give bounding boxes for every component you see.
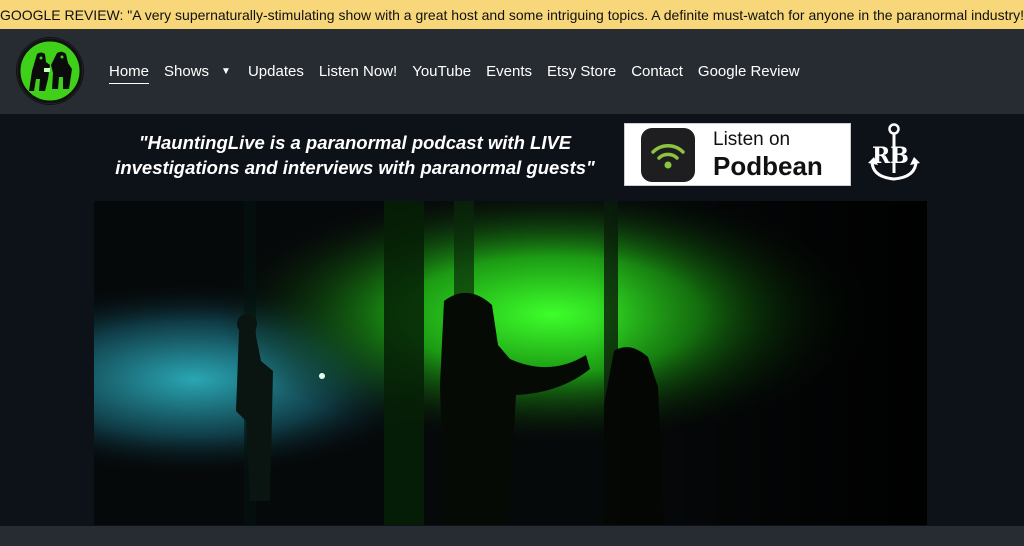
hero-video[interactable] bbox=[94, 201, 927, 525]
nav-etsy-store[interactable]: Etsy Store bbox=[547, 63, 616, 80]
chevron-down-icon[interactable]: ▼ bbox=[221, 66, 231, 77]
podbean-line-2: Podbean bbox=[713, 151, 823, 181]
anchor-icon[interactable]: RB bbox=[866, 123, 922, 185]
nav-google-review-label: Google Review bbox=[697, 63, 800, 80]
nav-updates[interactable]: Updates bbox=[248, 63, 304, 80]
partner-logo-text: RB bbox=[872, 143, 909, 169]
podbean-wifi-icon bbox=[641, 127, 695, 182]
podbean-line-1: Listen on bbox=[713, 129, 791, 150]
banner-text: GOOGLE REVIEW: "A very supernaturally-st… bbox=[0, 6, 1024, 23]
nav-listen-now[interactable]: Listen Now! bbox=[319, 63, 397, 80]
podcast-tagline: "HauntingLive is a paranormal podcast wi… bbox=[95, 130, 615, 180]
nav-shows[interactable]: Shows ▼ bbox=[164, 63, 233, 80]
nav-youtube[interactable]: YouTube bbox=[412, 63, 471, 80]
nav-home[interactable]: Home bbox=[109, 63, 150, 84]
nav-updates-label: Updates bbox=[247, 63, 304, 80]
footer-strip bbox=[0, 526, 1024, 546]
nav-events-label: Events bbox=[486, 63, 533, 80]
nav-etsy-store-label: Etsy Store bbox=[547, 63, 617, 80]
google-review-banner: GOOGLE REVIEW: "A very supernaturally-st… bbox=[0, 0, 1024, 29]
nav-contact-label: Contact bbox=[631, 63, 683, 80]
tagline-line-2: investigations and interviews with paran… bbox=[115, 157, 595, 178]
nav-home-label: Home bbox=[109, 63, 150, 80]
listen-on-podbean-button[interactable]: Listen on Podbean bbox=[624, 123, 851, 186]
nav-listen-now-label: Listen Now! bbox=[318, 63, 398, 80]
nav-contact[interactable]: Contact bbox=[631, 63, 683, 80]
tagline-line-1: "HauntingLive is a paranormal podcast wi… bbox=[138, 132, 572, 153]
nav-youtube-label: YouTube bbox=[412, 63, 472, 80]
main-nav: Home Shows ▼ Updates Listen Now! YouTube… bbox=[109, 29, 815, 114]
nav-google-review[interactable]: Google Review bbox=[698, 63, 800, 80]
nav-events[interactable]: Events bbox=[486, 63, 532, 80]
site-header: Home Shows ▼ Updates Listen Now! YouTube… bbox=[0, 29, 1024, 114]
nav-shows-label: Shows bbox=[164, 63, 210, 80]
site-logo-icon[interactable] bbox=[17, 38, 83, 104]
